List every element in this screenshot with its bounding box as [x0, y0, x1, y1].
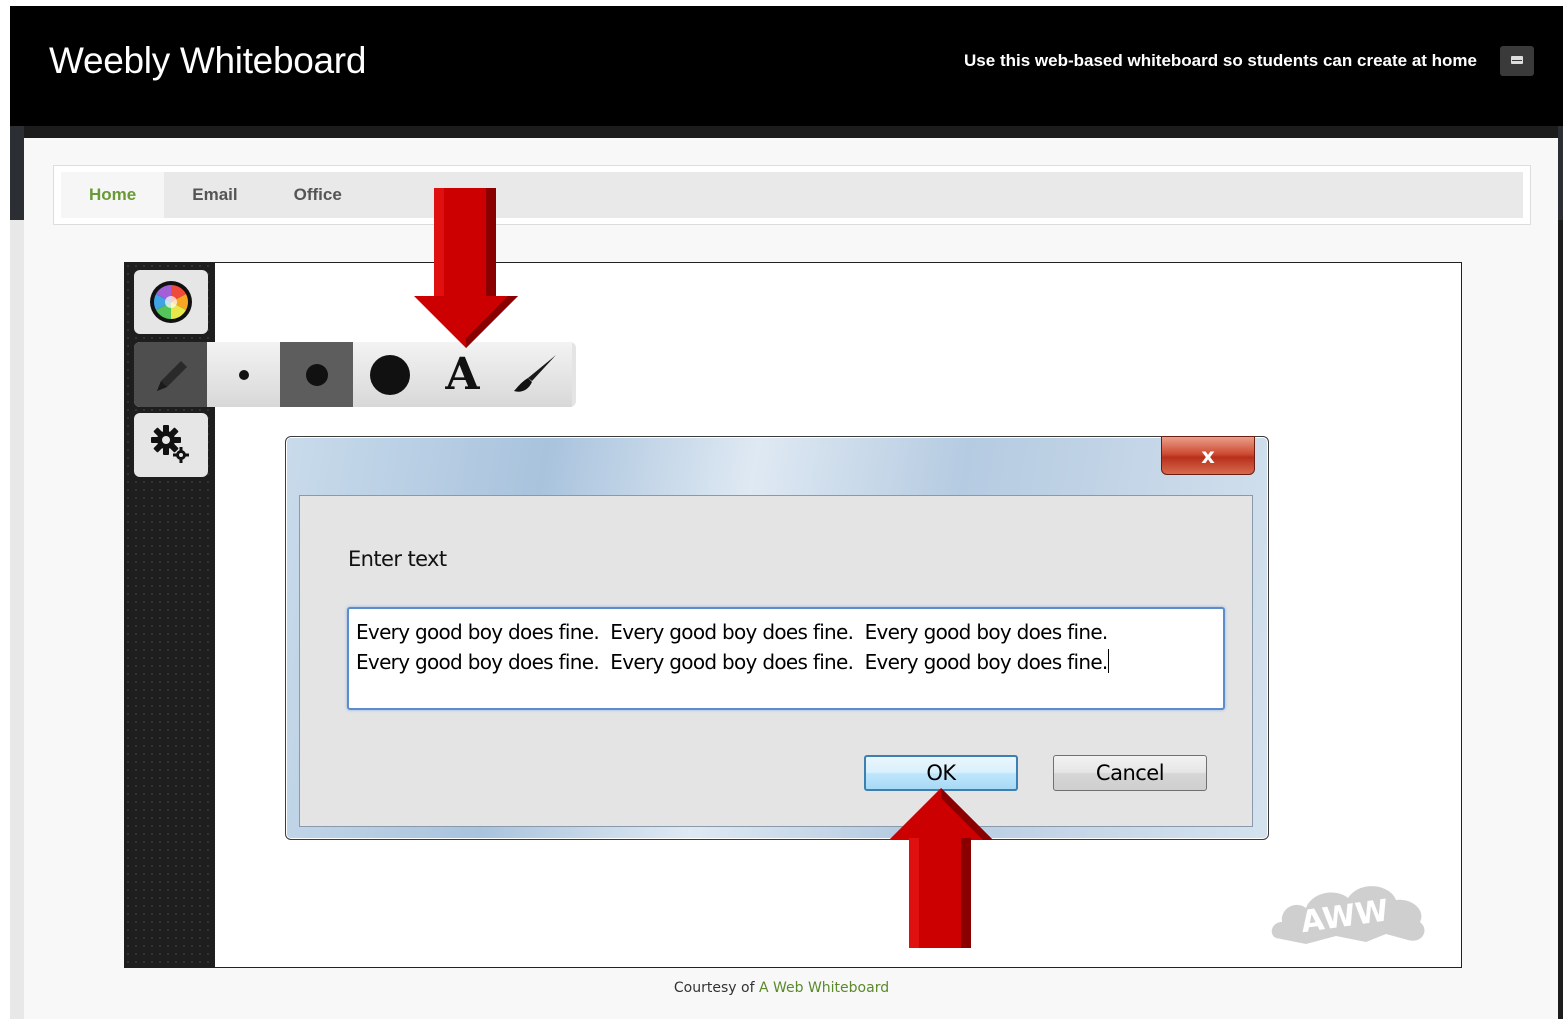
dialog-body: Enter text Every good boy does fine. Eve… [299, 495, 1253, 827]
nav-item-office[interactable]: Office [266, 172, 370, 218]
text-tool-button[interactable]: A [426, 342, 499, 407]
color-wheel-button[interactable] [134, 270, 208, 334]
pencil-button[interactable] [134, 342, 207, 407]
text-input-value: Every good boy does fine. Every good boy… [356, 620, 1108, 674]
brush-button[interactable] [499, 342, 572, 407]
nav-item-email[interactable]: Email [164, 172, 265, 218]
text-caret [1107, 649, 1109, 673]
courtesy-footer: Courtesy of A Web Whiteboard [0, 980, 1563, 996]
arrow-up-icon [889, 788, 993, 948]
color-wheel-icon [150, 281, 192, 323]
drawing-toolbar: A [134, 342, 576, 407]
nav-bar: Home Email Office [53, 165, 1531, 225]
close-button[interactable]: x [1161, 436, 1255, 475]
medium-dot-icon [305, 363, 328, 386]
text-input[interactable]: Every good boy does fine. Every good boy… [347, 607, 1225, 710]
courtesy-link[interactable]: A Web Whiteboard [759, 980, 889, 996]
text-tool-icon: A [445, 349, 480, 400]
site-tagline: Use this web-based whiteboard so student… [964, 51, 1477, 70]
nav-item-home[interactable]: Home [61, 172, 165, 218]
arrow-down-icon [414, 188, 518, 348]
small-dot-icon [238, 369, 249, 380]
large-dot-icon [369, 354, 410, 395]
right-edge-top [1558, 126, 1563, 220]
mail-icon[interactable] [1500, 46, 1534, 76]
site-title[interactable]: Weebly Whiteboard [49, 40, 366, 82]
site-header: Weebly Whiteboard Use this web-based whi… [10, 6, 1563, 126]
settings-icon [151, 425, 189, 463]
dialog-prompt: Enter text [348, 547, 447, 571]
settings-button[interactable] [134, 413, 208, 477]
large-dot-button[interactable] [353, 342, 426, 407]
cancel-button[interactable]: Cancel [1053, 755, 1207, 791]
pencil-icon [156, 360, 187, 391]
small-dot-button[interactable] [207, 342, 280, 407]
medium-dot-button[interactable] [280, 342, 353, 407]
brush-icon [513, 354, 556, 392]
aww-logo: AWW [1266, 872, 1430, 953]
nav-inner: Home Email Office [61, 172, 1523, 218]
enter-text-dialog: x Enter text Every good boy does fine. E… [285, 436, 1269, 840]
courtesy-prefix: Courtesy of [673, 980, 759, 996]
left-edge-top [10, 126, 24, 220]
left-edge [10, 126, 24, 1019]
